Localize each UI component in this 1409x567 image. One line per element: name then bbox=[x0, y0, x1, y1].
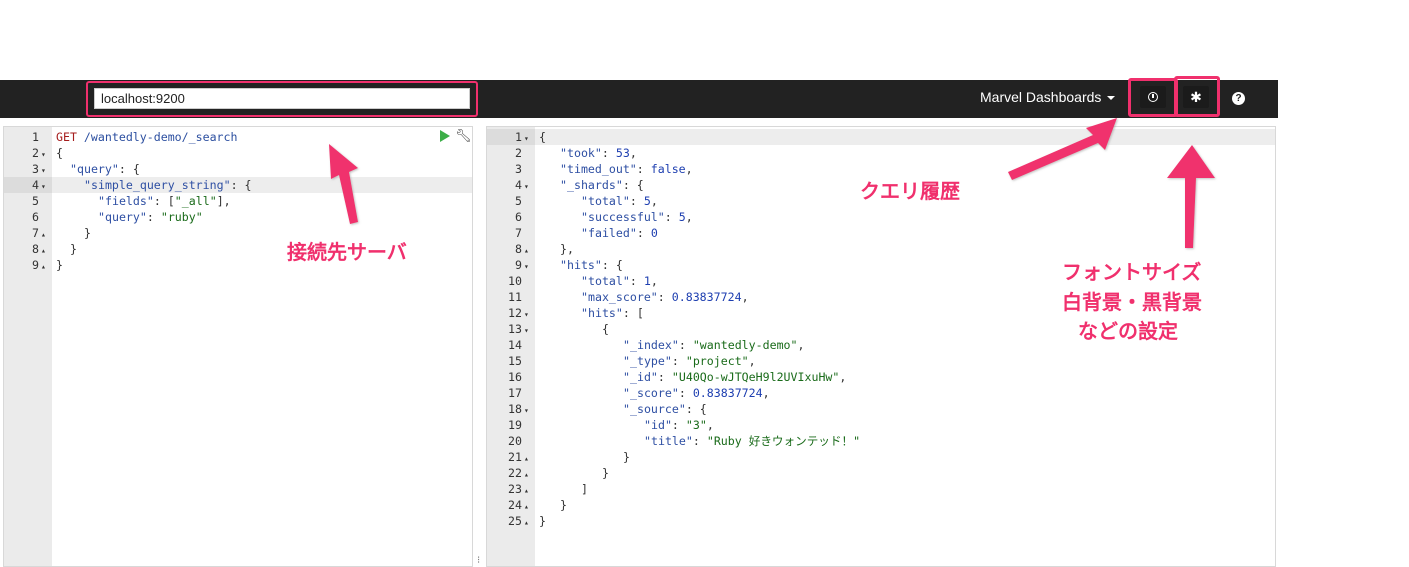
history-arrow bbox=[1008, 118, 1117, 180]
history-annotation: クエリ履歴 bbox=[860, 179, 960, 203]
settings-annotation-line2: 白背景・黒背景 bbox=[1062, 290, 1202, 314]
settings-arrow bbox=[1167, 145, 1215, 248]
settings-annotation-line1: フォントサイズ bbox=[1062, 260, 1202, 284]
server-arrow bbox=[329, 144, 358, 224]
server-annotation: 接続先サーバ bbox=[287, 240, 407, 264]
settings-annotation-line3: などの設定 bbox=[1078, 319, 1178, 343]
